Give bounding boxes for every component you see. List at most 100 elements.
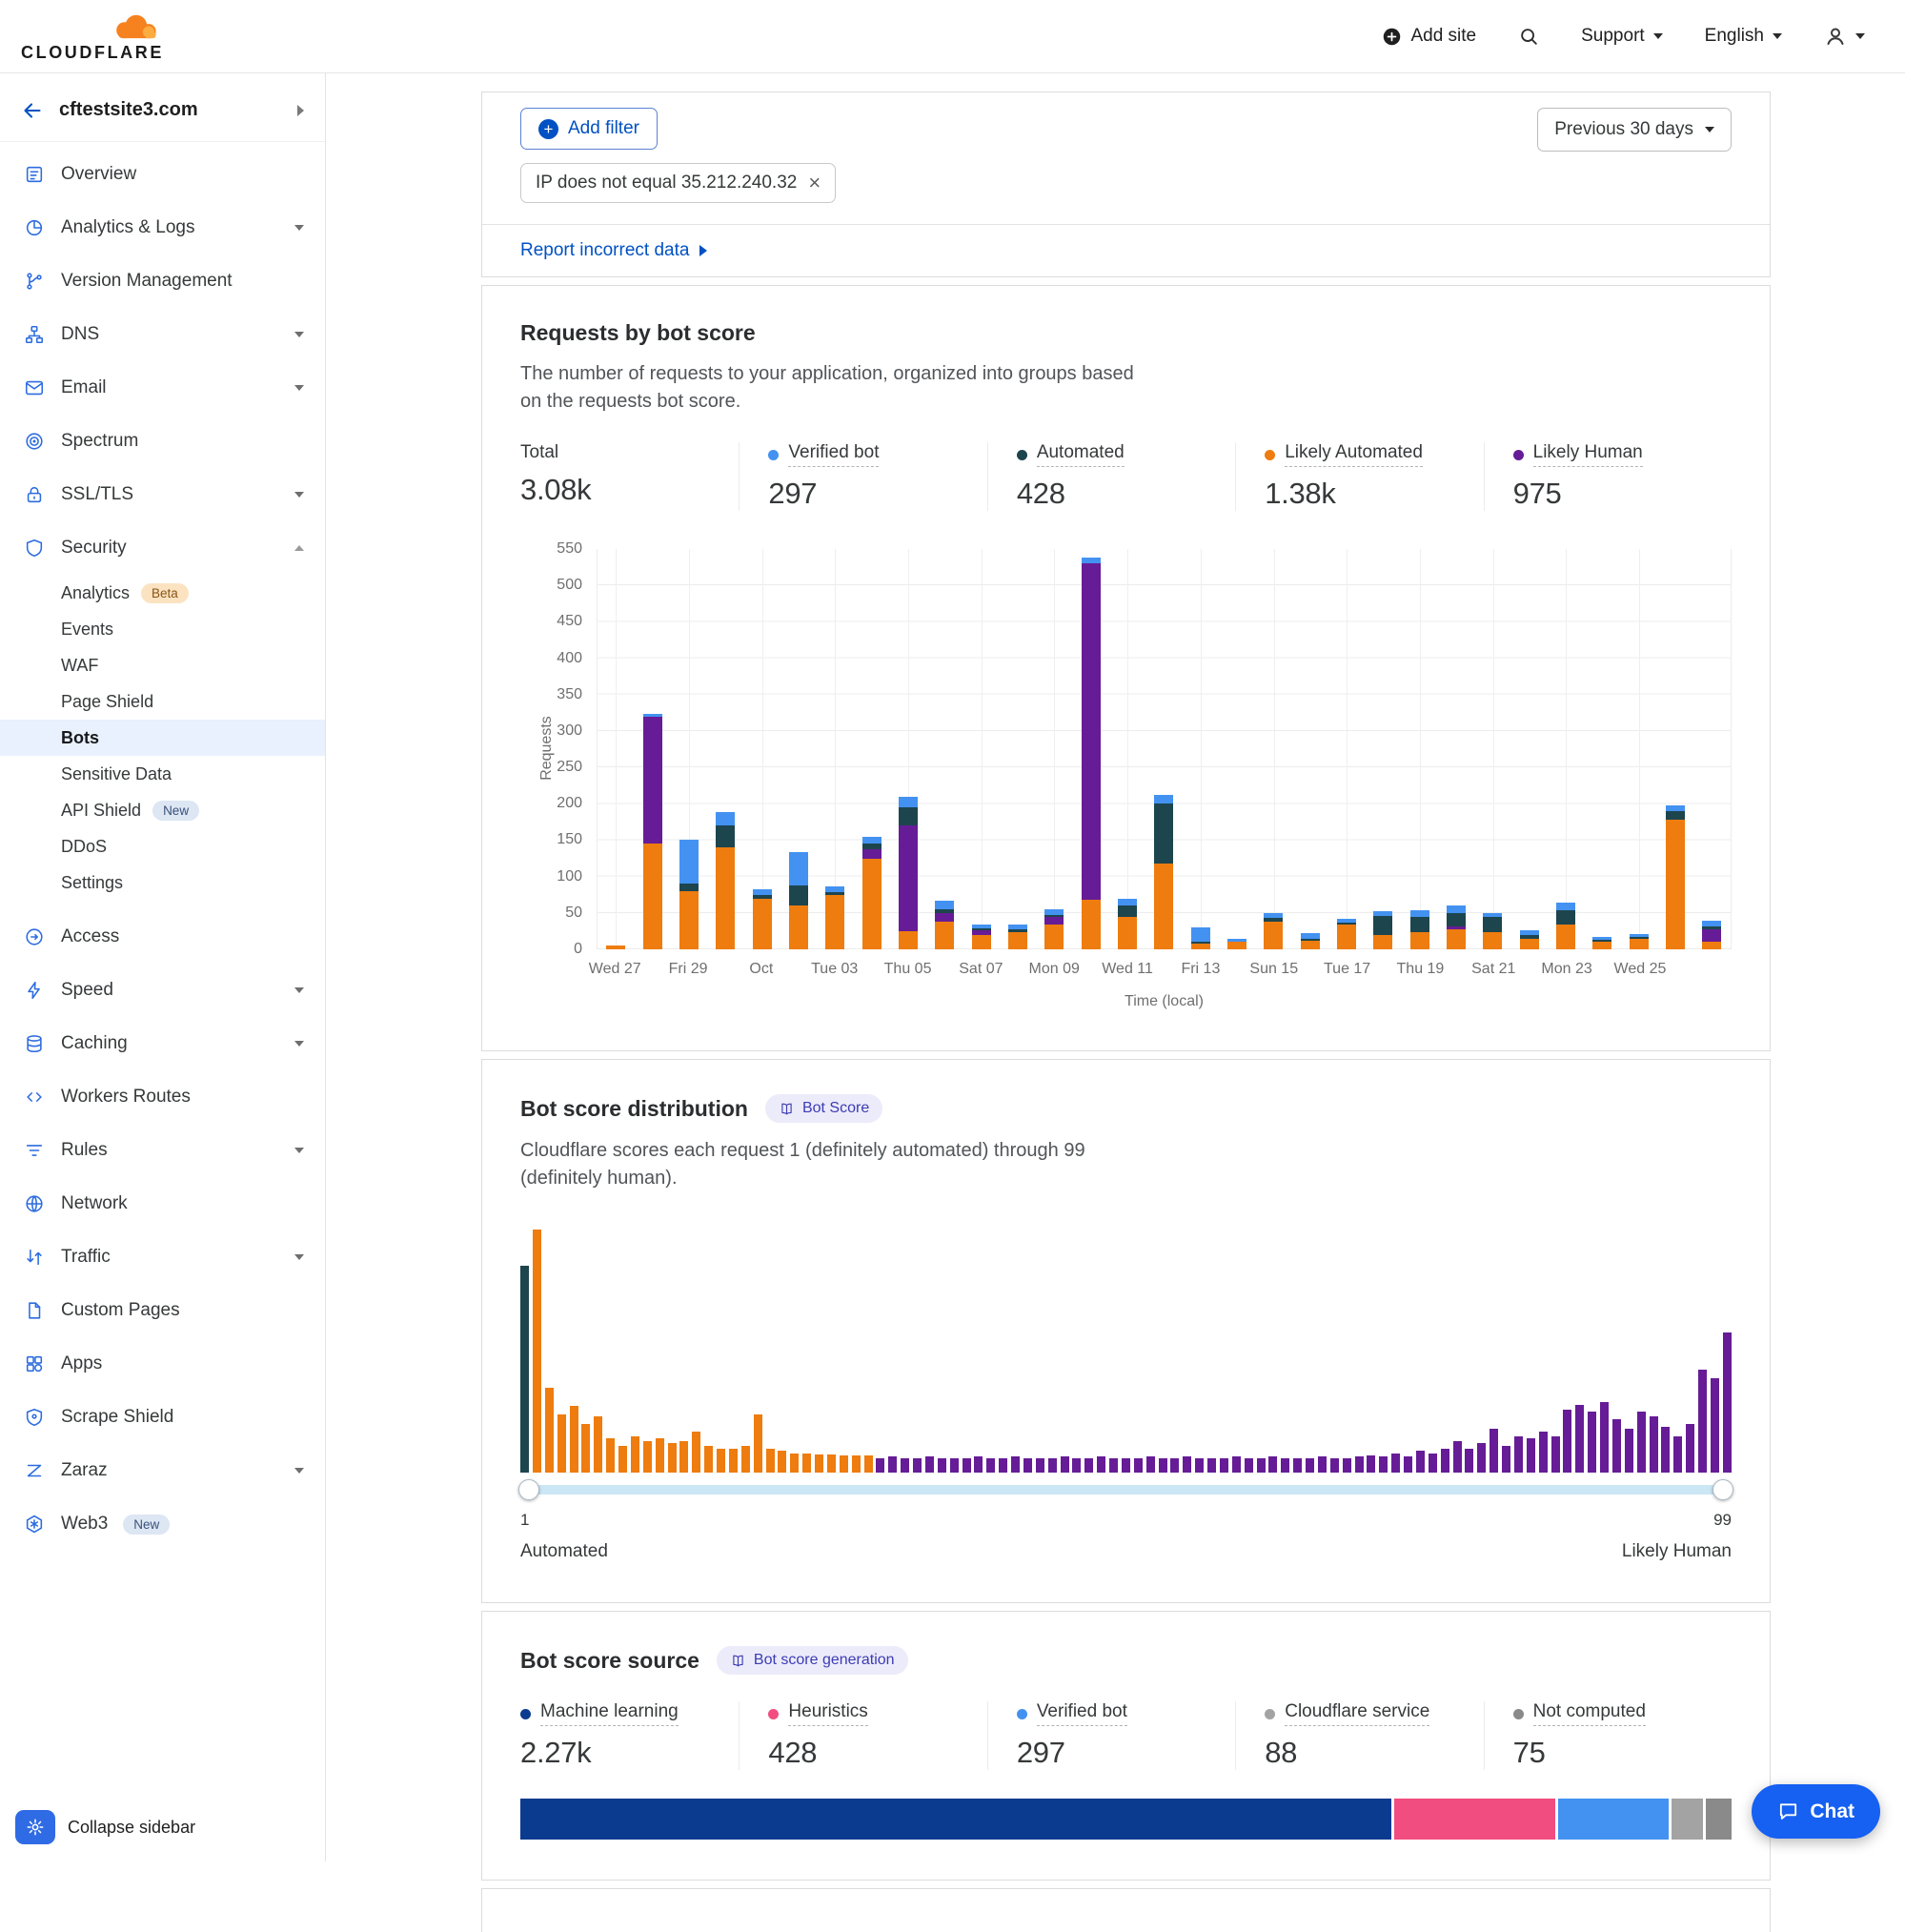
chart-bar[interactable] [1008, 925, 1027, 949]
chart-bar[interactable] [1520, 930, 1539, 949]
histogram-bar[interactable] [1134, 1458, 1143, 1473]
histogram-bar[interactable] [1036, 1458, 1044, 1473]
stat-label[interactable]: Likely Human [1533, 442, 1643, 467]
report-incorrect-data-link[interactable]: Report incorrect data [482, 224, 1770, 276]
histogram-bar[interactable] [913, 1458, 922, 1473]
chart-bar[interactable] [1666, 805, 1685, 949]
sidebar-item-network[interactable]: Network [0, 1177, 325, 1230]
chart-bar[interactable] [1301, 933, 1320, 949]
sidebar-item-scrape-shield[interactable]: Scrape Shield [0, 1391, 325, 1444]
histogram-bar[interactable] [778, 1451, 786, 1473]
histogram-bar[interactable] [827, 1454, 836, 1473]
histogram-bar[interactable] [668, 1443, 677, 1473]
histogram-bar[interactable] [1711, 1378, 1719, 1473]
chart-bar[interactable] [972, 925, 991, 949]
sidebar-item-ssl-tls[interactable]: SSL/TLS [0, 468, 325, 521]
histogram-bar[interactable] [1490, 1429, 1498, 1473]
chart-bar[interactable] [825, 886, 844, 949]
histogram-bar[interactable] [1232, 1456, 1241, 1473]
chart-bar[interactable] [1082, 558, 1101, 949]
stat-label[interactable]: Not computed [1533, 1701, 1646, 1726]
histogram-bar[interactable] [1514, 1436, 1523, 1473]
histogram-bar[interactable] [1661, 1427, 1670, 1473]
histogram-bar[interactable] [1170, 1458, 1179, 1473]
slider-handle-max[interactable] [1712, 1479, 1733, 1500]
histogram-bar[interactable] [999, 1458, 1007, 1473]
histogram-bar[interactable] [1355, 1456, 1364, 1473]
histogram-bar[interactable] [520, 1266, 529, 1473]
sidebar-item-access[interactable]: Access [0, 910, 325, 964]
sidebar-item-spectrum[interactable]: Spectrum [0, 415, 325, 468]
histogram-bar[interactable] [1109, 1458, 1118, 1473]
filter-chip[interactable]: IP does not equal 35.212.240.32 × [520, 163, 836, 203]
histogram-bar[interactable] [1416, 1451, 1425, 1473]
histogram-bar[interactable] [1023, 1458, 1032, 1473]
histogram-bar[interactable] [1220, 1458, 1228, 1473]
histogram-bar[interactable] [1502, 1446, 1510, 1473]
source-segment-heuristics[interactable] [1391, 1799, 1555, 1840]
bot-score-badge[interactable]: Bot Score [765, 1094, 882, 1123]
histogram-bar[interactable] [1686, 1424, 1694, 1473]
histogram-bar[interactable] [790, 1454, 799, 1473]
histogram-bar[interactable] [876, 1458, 884, 1473]
stat-label[interactable]: Automated [1037, 442, 1125, 467]
chart-bar[interactable] [679, 840, 699, 949]
sidebar-item-custom-pages[interactable]: Custom Pages [0, 1284, 325, 1337]
histogram-bar[interactable] [1575, 1405, 1584, 1473]
account-menu[interactable] [1824, 25, 1865, 48]
sidebar-item-speed[interactable]: Speed [0, 964, 325, 1017]
sidebar-item-dns[interactable]: DNS [0, 308, 325, 361]
histogram-bar[interactable] [901, 1458, 909, 1473]
histogram-bar[interactable] [1612, 1419, 1621, 1473]
sidebar-item-version-management[interactable]: Version Management [0, 254, 325, 308]
sidebar-item-workers-routes[interactable]: Workers Routes [0, 1070, 325, 1124]
histogram-bar[interactable] [1429, 1454, 1437, 1473]
histogram-bar[interactable] [1061, 1456, 1069, 1473]
collapse-sidebar-button[interactable]: Collapse sidebar [15, 1810, 195, 1844]
source-segment-cloudflare-service[interactable] [1669, 1799, 1702, 1840]
chart-bar[interactable] [1154, 795, 1173, 949]
histogram-bar[interactable] [1330, 1458, 1339, 1473]
chart-bar[interactable] [1373, 911, 1392, 949]
sidebar-item-settings[interactable]: Settings [0, 864, 325, 901]
sidebar-item-sensitive-data[interactable]: Sensitive Data [0, 756, 325, 792]
date-range-select[interactable]: Previous 30 days [1537, 108, 1732, 152]
chart-bar[interactable] [1337, 919, 1356, 949]
histogram-bar[interactable] [802, 1454, 811, 1473]
histogram-bar[interactable] [1122, 1458, 1130, 1473]
add-filter-button[interactable]: + Add filter [520, 108, 658, 150]
histogram-bar[interactable] [1551, 1436, 1560, 1473]
histogram-bar[interactable] [741, 1446, 750, 1473]
histogram-bar[interactable] [533, 1230, 541, 1473]
histogram-bar[interactable] [1146, 1456, 1155, 1473]
histogram-bar[interactable] [754, 1414, 762, 1473]
histogram-bar[interactable] [1527, 1438, 1535, 1473]
chevron-right-icon[interactable] [297, 105, 304, 116]
histogram-bar[interactable] [570, 1406, 578, 1473]
stat-label[interactable]: Heuristics [788, 1701, 867, 1726]
histogram-bar[interactable] [950, 1458, 959, 1473]
chart-bar[interactable] [1118, 899, 1137, 949]
remove-filter-icon[interactable]: × [808, 173, 821, 193]
histogram-bar[interactable] [815, 1454, 823, 1473]
sidebar-item-email[interactable]: Email [0, 361, 325, 415]
histogram-bar[interactable] [1084, 1458, 1093, 1473]
chart-bar[interactable] [1447, 905, 1466, 949]
histogram-bar[interactable] [1404, 1456, 1412, 1473]
bot-score-generation-badge[interactable]: Bot score generation [717, 1646, 908, 1675]
histogram-bar[interactable] [581, 1424, 590, 1473]
histogram-bar[interactable] [545, 1388, 554, 1473]
chart-bar[interactable] [643, 714, 662, 949]
chart-bar[interactable] [789, 852, 808, 949]
chart-bar[interactable] [1630, 934, 1649, 950]
sidebar-item-overview[interactable]: Overview [0, 148, 325, 201]
histogram-bar[interactable] [1281, 1458, 1289, 1473]
histogram-bar[interactable] [1625, 1429, 1633, 1473]
histogram-bar[interactable] [852, 1455, 861, 1473]
histogram-bar[interactable] [1379, 1456, 1388, 1473]
histogram-bar[interactable] [717, 1449, 725, 1474]
histogram-bar[interactable] [1245, 1458, 1253, 1473]
histogram-bar[interactable] [656, 1438, 664, 1473]
histogram-bar[interactable] [643, 1441, 652, 1473]
score-range-slider[interactable] [520, 1478, 1732, 1501]
